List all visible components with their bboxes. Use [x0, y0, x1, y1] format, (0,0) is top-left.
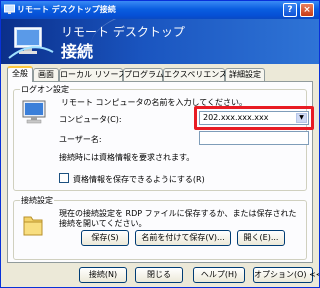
red-highlight-box — [194, 106, 314, 130]
connection-description: 現在の接続設定を RDP ファイルに保存するか、または保存された接続を開いてくだ… — [59, 209, 297, 228]
close-button[interactable]: 閉じる — [135, 267, 183, 283]
help-button[interactable]: ヘルプ(H) — [193, 267, 245, 283]
save-button[interactable]: 保存(S) — [81, 230, 129, 246]
options-button[interactable]: オプション(O) << — [253, 267, 319, 283]
remote-desktop-logo-icon — [8, 27, 54, 59]
window-title: リモート デスクトップ接続 — [17, 5, 116, 14]
open-button[interactable]: 開く(E)... — [237, 230, 285, 246]
title-close-button[interactable]: × — [300, 3, 314, 17]
connection-settings-label: 接続設定 — [20, 195, 54, 206]
tab-advanced[interactable]: 詳細設定 — [225, 68, 265, 81]
header-banner: リモート デスクトップ 接続 — [1, 19, 319, 64]
credentials-note: 接続時には資格情報を要求されます。 — [59, 153, 195, 162]
banner-title: 接続 — [61, 42, 94, 61]
computer-icon — [22, 100, 46, 124]
tab-programs[interactable]: プログラム — [123, 68, 164, 81]
save-as-button[interactable]: 名前を付けて保存(V)... — [135, 230, 231, 246]
username-field[interactable] — [199, 131, 309, 145]
tab-general[interactable]: 全般 — [7, 66, 33, 82]
save-credentials-checkbox[interactable] — [59, 173, 69, 183]
remote-desktop-window: リモート デスクトップ接続 ? × リモート デスクトップ 接続 全般 画面 ロ… — [0, 0, 320, 288]
computer-label: コンピュータ(C): — [59, 115, 122, 124]
username-label: ユーザー名: — [59, 135, 102, 144]
title-bar[interactable]: リモート デスクトップ接続 ? × — [1, 1, 319, 19]
tab-local-resources[interactable]: ローカル リソース — [59, 68, 126, 81]
logon-settings-label: ログオン設定 — [20, 84, 70, 95]
title-help-button[interactable]: ? — [283, 3, 297, 17]
connect-button[interactable]: 接続(N) — [79, 267, 127, 283]
save-credentials-label: 資格情報を保存できるようにする(R) — [73, 175, 205, 184]
remote-desktop-app-icon — [4, 4, 15, 14]
tab-display[interactable]: 画面 — [33, 68, 59, 81]
tab-experience[interactable]: エクスペリエンス — [163, 68, 227, 81]
folder-icon — [23, 216, 43, 236]
